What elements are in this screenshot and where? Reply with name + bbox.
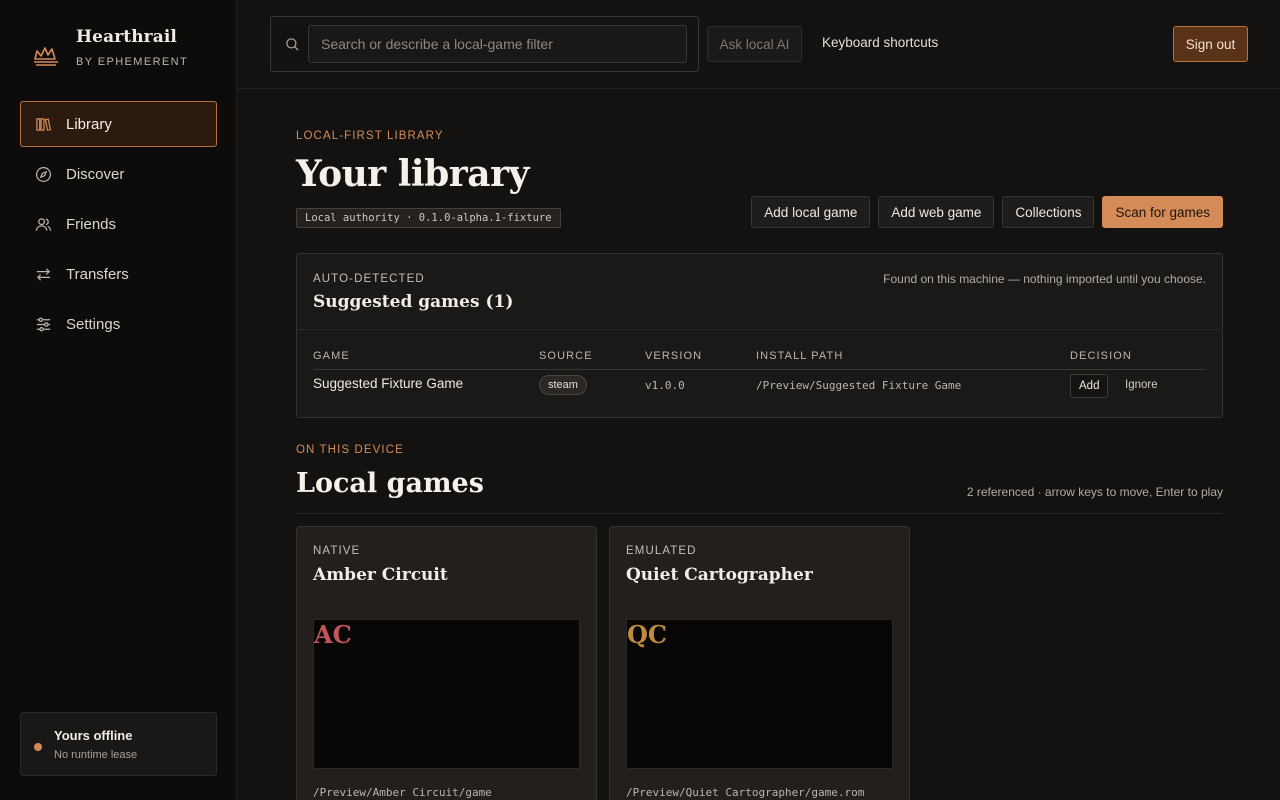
suggested-note: Found on this machine — nothing imported… <box>883 272 1206 286</box>
device-eyebrow: ON THIS DEVICE <box>296 444 404 456</box>
brand-subtitle: BY EPHEMERENT <box>76 56 189 68</box>
column-header-game: GAME <box>313 350 350 362</box>
column-header-source: SOURCE <box>539 350 593 362</box>
search-box <box>270 16 699 72</box>
install-path-cell: /Preview/Suggested Fixture Game <box>756 379 962 392</box>
column-header-decision: DECISION <box>1070 350 1132 362</box>
brand-name: Hearthrail <box>76 27 177 47</box>
sidebar-item-transfers[interactable]: Transfers <box>20 251 217 297</box>
status-subtitle: No runtime lease <box>54 749 138 761</box>
library-actions: Add local game Add web game Collections … <box>751 196 1223 228</box>
ignore-suggested-button[interactable]: Ignore <box>1125 379 1158 391</box>
section-divider <box>296 513 1223 514</box>
transfer-icon <box>36 267 51 281</box>
sidebar-item-label: Library <box>66 115 112 133</box>
keyboard-shortcuts-link[interactable]: Keyboard shortcuts <box>822 35 938 50</box>
library-icon <box>36 117 52 131</box>
column-header-install-path: INSTALL PATH <box>756 350 844 362</box>
local-games-title: Local games <box>296 468 484 499</box>
suggested-title: Suggested games (1) <box>313 292 514 312</box>
suggested-games-panel: AUTO-DETECTED Suggested games (1) Found … <box>296 253 1223 418</box>
version-cell: v1.0.0 <box>645 379 685 392</box>
offline-status-card: Yours offline No runtime lease <box>20 712 217 776</box>
game-path: /Preview/Amber Circuit/game <box>313 786 492 799</box>
source-badge: steam <box>539 375 587 395</box>
sign-out-button[interactable]: Sign out <box>1173 26 1248 62</box>
game-card-amber-circuit[interactable]: NATIVE Amber Circuit AC /Preview/Amber C… <box>296 526 597 800</box>
sidebar-item-label: Transfers <box>66 265 129 283</box>
page-title: Your library <box>296 153 529 195</box>
game-initials: AC <box>314 620 352 649</box>
game-title: Quiet Cartographer <box>626 565 813 585</box>
sidebar-item-label: Settings <box>66 315 121 333</box>
hearth-logo-icon <box>34 47 58 66</box>
game-cover-art: QC <box>626 619 893 769</box>
add-web-game-button[interactable]: Add web game <box>878 196 995 228</box>
scan-for-games-button[interactable]: Scan for games <box>1102 196 1223 228</box>
sidebar: Hearthrail BY EPHEMERENT Library Discove… <box>0 0 237 800</box>
local-games-meta: 2 referenced · arrow keys to move, Enter… <box>966 485 1223 499</box>
sidebar-item-settings[interactable]: Settings <box>20 301 217 347</box>
library-eyebrow: LOCAL-FIRST LIBRARY <box>296 130 444 142</box>
ask-local-ai-button[interactable]: Ask local AI <box>707 26 802 62</box>
sidebar-item-label: Discover <box>66 165 125 183</box>
game-initials: QC <box>627 620 668 649</box>
brand[interactable]: Hearthrail BY EPHEMERENT <box>32 27 188 75</box>
sidebar-nav: Library Discover Friends Transfers Setti… <box>20 101 217 351</box>
game-card-quiet-cartographer[interactable]: EMULATED Quiet Cartographer QC /Preview/… <box>609 526 910 800</box>
game-path: /Preview/Quiet Cartographer/game.rom <box>626 786 865 799</box>
version-badge: Local authority · 0.1.0-alpha.1-fixture <box>296 208 561 228</box>
collections-button[interactable]: Collections <box>1002 196 1095 228</box>
sidebar-item-library[interactable]: Library <box>20 101 217 147</box>
column-header-version: VERSION <box>645 350 703 362</box>
compass-icon <box>35 166 52 182</box>
game-cover-art: AC <box>313 619 580 769</box>
game-kind: EMULATED <box>626 545 697 557</box>
search-input[interactable] <box>308 25 687 63</box>
topbar: Ask local AI Keyboard shortcuts Sign out <box>238 0 1280 89</box>
search-icon <box>286 38 299 51</box>
game-kind: NATIVE <box>313 545 361 557</box>
sidebar-item-friends[interactable]: Friends <box>20 201 217 247</box>
status-dot <box>34 743 42 751</box>
game-cell: Suggested Fixture Game <box>313 376 464 391</box>
table-header-divider <box>313 369 1206 370</box>
sliders-icon <box>36 317 51 331</box>
users-icon <box>35 217 52 231</box>
add-local-game-button[interactable]: Add local game <box>751 196 871 228</box>
suggested-eyebrow: AUTO-DETECTED <box>313 273 425 285</box>
sidebar-item-label: Friends <box>66 215 117 233</box>
add-suggested-button[interactable]: Add <box>1070 374 1109 398</box>
panel-divider <box>297 329 1222 330</box>
game-title: Amber Circuit <box>313 565 448 585</box>
sidebar-item-discover[interactable]: Discover <box>20 151 217 197</box>
status-title: Yours offline <box>54 728 133 743</box>
